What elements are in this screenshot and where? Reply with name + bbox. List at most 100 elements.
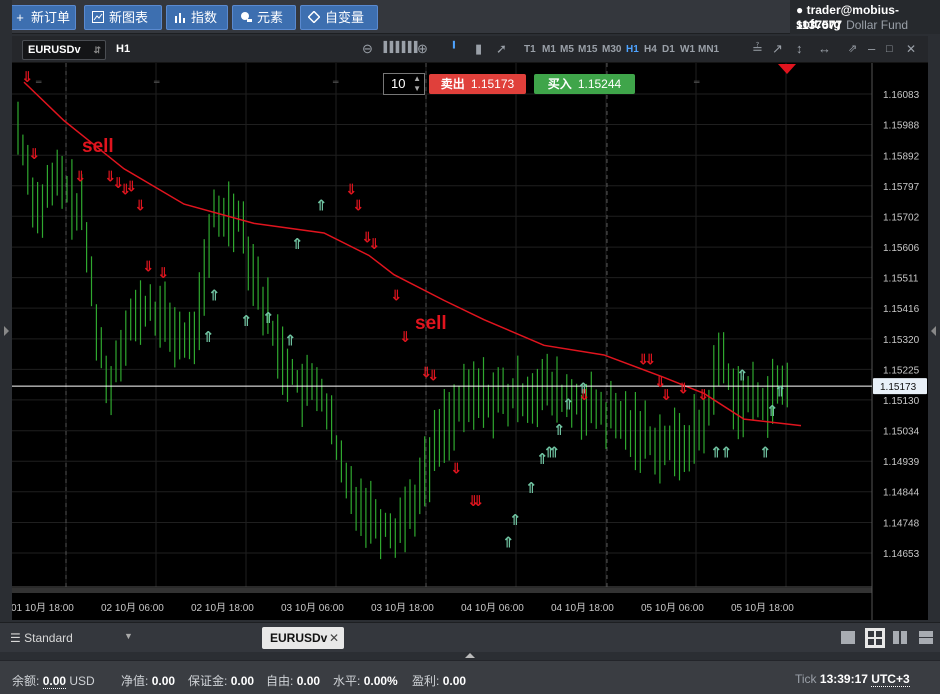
y-tick-label: 1.15320: [883, 335, 920, 346]
close-icon[interactable]: ✕: [906, 41, 916, 57]
trendline-icon[interactable]: ↗: [772, 41, 783, 57]
maximize-icon[interactable]: □: [886, 41, 893, 57]
chart-tabs-bar: ☰ Standard ▼ EURUSDv ✕: [0, 622, 940, 652]
sell-annotation: sell: [415, 313, 447, 334]
buy-signal-arrow: ⇑: [774, 383, 787, 401]
tab-close-icon[interactable]: ✕: [329, 627, 339, 649]
current-price-label: 1.15173: [880, 382, 917, 393]
y-tick-label: 1.15130: [883, 396, 920, 407]
symbol-value: EURUSDv: [28, 44, 81, 56]
x-tick-label: 02 10月 06:00: [101, 602, 164, 614]
sell-button[interactable]: 卖出 1.15173: [429, 74, 526, 94]
menu-icon: ☰: [10, 631, 21, 645]
sell-signal-arrow: ⇓: [21, 68, 34, 86]
dropdown-arrow-icon: ▼: [124, 631, 133, 641]
tick-label: Tick: [795, 672, 817, 686]
zoom-out-icon[interactable]: ⊖: [362, 41, 373, 57]
right-panel-collapse[interactable]: [928, 36, 940, 620]
profit-label: 盈利:: [412, 674, 440, 688]
indicators-button[interactable]: 指数: [166, 5, 228, 30]
layout-single-icon[interactable]: [841, 631, 855, 644]
x-tick-label: 04 10月 06:00: [461, 602, 524, 614]
profit-value: 0.00: [442, 674, 467, 688]
sell-annotation: sell: [82, 136, 114, 157]
detach-icon[interactable]: ⇗: [848, 41, 857, 57]
timeframe-m30[interactable]: M30: [602, 44, 621, 55]
y-tick-label: 1.14844: [883, 488, 920, 499]
candle-type-icon[interactable]: ▮: [475, 41, 482, 57]
timeframe-t1[interactable]: T1: [524, 44, 536, 55]
quantity-value: 10: [391, 76, 406, 91]
chart-canvas[interactable]: 1.16083 1.15988 1.15892 1.15797 1.15702 1.156…: [11, 63, 928, 620]
y-tick-label: 1.15416: [883, 304, 920, 315]
buy-signal-arrow: ⇑: [759, 444, 772, 462]
crosshair-icon[interactable]: ≟: [752, 41, 763, 57]
buy-signal-arrow: ⇑: [509, 511, 522, 529]
zoom-slider[interactable]: ▐▐▐▐▐▐: [380, 40, 418, 56]
tab-eurusdv[interactable]: EURUSDv ✕: [262, 627, 344, 649]
tick-status: Tick 13:39:17 UTC+3: [795, 672, 910, 687]
variables-button[interactable]: 自变量: [300, 5, 378, 30]
vertical-line-icon[interactable]: ↕: [796, 41, 803, 57]
account-info[interactable]: ● trader@mobius-soft.org 1137577 Dollar F…: [790, 0, 940, 34]
y-tick-label: 1.15892: [883, 151, 920, 162]
sell-signal-arrow: ⇓: [74, 168, 87, 186]
x-tick-label: 01 10月 18:00: [12, 602, 74, 614]
account-number: 1137577: [796, 18, 843, 32]
layout-select[interactable]: ☰ Standard ▼: [10, 631, 133, 645]
account-fund: Dollar Fund: [846, 18, 909, 32]
timeframe-h4[interactable]: H4: [644, 44, 657, 55]
y-tick-label: 1.14939: [883, 457, 920, 468]
timeframe-m15[interactable]: M15: [578, 44, 597, 55]
timeframe-mn1[interactable]: MN1: [698, 44, 719, 55]
margin-value: 0.00: [230, 674, 255, 688]
horizontal-line-icon[interactable]: ↔: [818, 41, 831, 57]
level-status: 水平: 0.00%: [333, 672, 398, 689]
chart-toolbar: EURUSDv ⇵ H1 ⊖ ▐▐▐▐▐▐ ⊕ ╹ ▮ ➚ T1 M1 M5 M15 M…: [12, 36, 928, 63]
sell-signal-arrow: ⇓: [644, 351, 657, 369]
timezone-select[interactable]: UTC+3: [871, 672, 910, 687]
bar-type-icon[interactable]: ╹: [450, 41, 458, 57]
buy-label: 买入: [547, 77, 572, 91]
minimize-icon[interactable]: –: [868, 41, 875, 57]
timeframe-m1[interactable]: M1: [542, 44, 556, 55]
free-label: 自由:: [266, 674, 294, 688]
elements-button[interactable]: 元素: [232, 5, 296, 30]
margin-label: 保证金:: [188, 674, 228, 688]
sell-signal-arrow: ⇓: [399, 328, 412, 346]
level-value: 0.00%: [363, 674, 398, 688]
price-chart[interactable]: 1.16083 1.15988 1.15892 1.15797 1.15702 1.156…: [11, 63, 928, 620]
new-chart-label: 新图表: [109, 10, 149, 25]
new-chart-button[interactable]: 新图表: [84, 5, 162, 30]
left-panel-collapse[interactable]: [0, 0, 12, 620]
layout-rows-icon[interactable]: [919, 631, 933, 644]
buy-signal-arrow: ⇑: [525, 479, 538, 497]
spin-icon[interactable]: ▲ ▼: [413, 74, 421, 94]
y-tick-label: 1.16083: [883, 90, 920, 101]
timeframe-m5[interactable]: M5: [560, 44, 574, 55]
zoom-in-icon[interactable]: ⊕: [417, 41, 428, 57]
order-marker-icon: [778, 64, 796, 74]
layout-columns-icon[interactable]: [893, 631, 907, 644]
buy-button[interactable]: 买入 1.15244: [534, 74, 635, 94]
sell-label: 卖出: [440, 77, 465, 91]
balance-label: 余额:: [12, 674, 40, 688]
quantity-input[interactable]: 10 ▲ ▼: [383, 73, 425, 95]
symbol-select[interactable]: EURUSDv ⇵: [22, 40, 106, 60]
chart-window: EURUSDv ⇵ H1 ⊖ ▐▐▐▐▐▐ ⊕ ╹ ▮ ➚ T1 M1 M5 M15 M…: [11, 36, 928, 620]
main-toolbar: + 新订单 新图表 指数 元素 自变量 ● trader@mobius-soft…: [0, 0, 940, 34]
timeframe-d1[interactable]: D1: [662, 44, 675, 55]
layout-grid-icon[interactable]: [865, 628, 885, 648]
new-order-button[interactable]: + 新订单: [6, 5, 76, 30]
diamond-icon: [307, 6, 321, 29]
balance-value: 0.00: [42, 674, 67, 689]
buy-signal-arrow: ⇑: [577, 379, 590, 397]
timeframe-w1[interactable]: W1: [680, 44, 695, 55]
buy-signal-arrow: ⇑: [202, 328, 215, 346]
sell-signal-arrow: ⇓: [660, 386, 673, 404]
line-type-icon[interactable]: ➚: [496, 41, 507, 57]
equity-value: 0.00: [151, 674, 176, 688]
period-marker-icon: ═: [332, 78, 339, 88]
timeframe-h1[interactable]: H1: [626, 44, 639, 55]
panel-handle-icon[interactable]: [462, 652, 478, 660]
